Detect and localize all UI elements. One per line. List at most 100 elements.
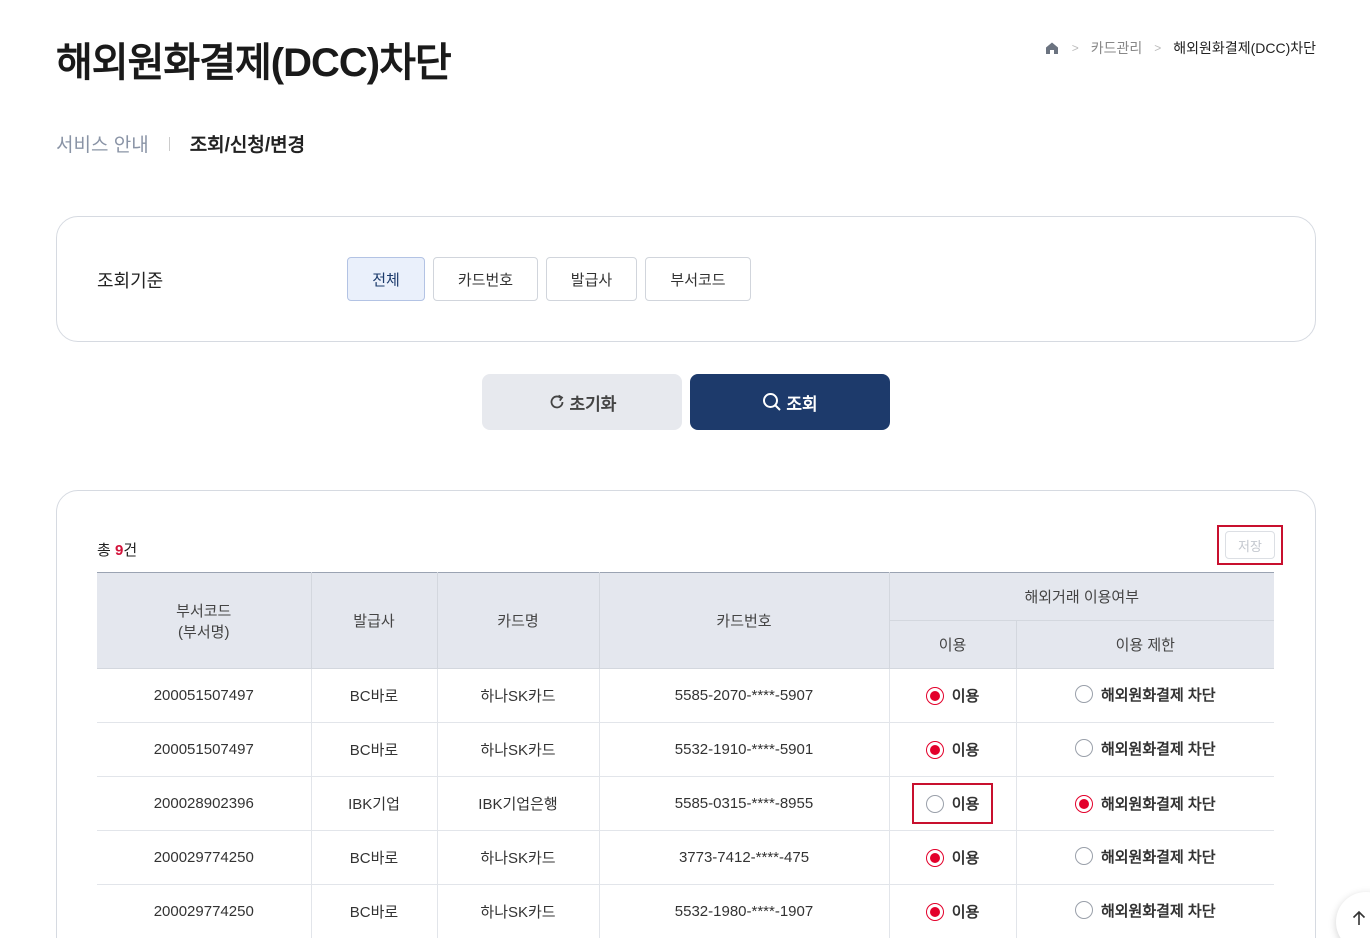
- filter-option-all[interactable]: 전체: [347, 257, 425, 301]
- header-card-name: 카드명: [436, 572, 600, 669]
- radio-block-dcc[interactable]: 해외원화결제 차단: [1074, 900, 1216, 921]
- breadcrumb-item-card-management[interactable]: 카드관리: [1091, 38, 1143, 58]
- radio-button[interactable]: [1074, 685, 1093, 704]
- radio-block-label: 해외원화결제 차단: [1100, 740, 1216, 758]
- search-button[interactable]: 조회: [690, 374, 890, 430]
- radio-button[interactable]: [925, 686, 944, 705]
- total-suffix: 건: [123, 542, 138, 559]
- radio-block-label: 해외원화결제 차단: [1100, 902, 1216, 920]
- cell-dept-code: 200028902396: [97, 776, 312, 831]
- table-row: 200029774250 BC바로 하나SK카드 3773-7412-****-…: [97, 830, 1274, 885]
- table-row: 200029774250 BC바로 하나SK카드 5532-1980-****-…: [97, 884, 1274, 938]
- chevron-right-icon: >: [1071, 41, 1079, 55]
- radio-use-label: 이용: [951, 850, 980, 867]
- cell-restrict: 해외원화결제 차단: [1016, 830, 1274, 885]
- radio-block-label: 해외원화결제 차단: [1100, 796, 1216, 813]
- cell-card-name: 하나SK카드: [437, 884, 600, 938]
- radio-use[interactable]: 이용: [925, 685, 980, 706]
- home-icon[interactable]: [1044, 40, 1060, 56]
- cell-card-number: 5532-1910-****-5901: [599, 722, 890, 777]
- radio-use-label: 이용: [951, 688, 980, 705]
- cell-restrict: 해외원화결제 차단: [1016, 776, 1274, 831]
- header-dept-code-line1: 부서코드: [176, 602, 232, 620]
- radio-button[interactable]: [1074, 794, 1093, 813]
- radio-block-label: 해외원화결제 차단: [1100, 686, 1216, 704]
- radio-block-label: 해외원화결제 차단: [1100, 848, 1216, 866]
- cell-card-number: 5585-0315-****-8955: [599, 776, 890, 831]
- radio-use[interactable]: 이용: [925, 739, 980, 760]
- cell-dept-code: 200051507497: [97, 668, 312, 723]
- filter-options: 전체 카드번호 발급사 부서코드: [347, 257, 751, 301]
- cell-card-name: 하나SK카드: [437, 722, 600, 777]
- cell-restrict: 해외원화결제 차단: [1016, 722, 1274, 777]
- total-count: 총 9건: [97, 539, 137, 560]
- radio-use[interactable]: 이용: [925, 847, 980, 868]
- filter-label: 조회기준: [97, 271, 164, 291]
- radio-button[interactable]: [925, 794, 944, 813]
- reset-button[interactable]: 초기화: [482, 374, 682, 430]
- filter-option-issuer[interactable]: 발급사: [546, 257, 637, 301]
- radio-button[interactable]: [925, 740, 944, 759]
- refresh-icon: [548, 393, 566, 411]
- header-issuer: 발급사: [310, 572, 438, 669]
- cell-issuer: BC바로: [311, 884, 438, 938]
- cell-card-number: 3773-7412-****-475: [599, 830, 890, 885]
- radio-button[interactable]: [925, 902, 944, 921]
- radio-use-label: 이용: [951, 904, 980, 921]
- cell-use: 이용: [889, 722, 1017, 777]
- table-row: 200051507497 BC바로 하나SK카드 5585-2070-****-…: [97, 668, 1274, 723]
- radio-block-dcc[interactable]: 해외원화결제 차단: [1074, 684, 1216, 705]
- total-prefix: 총: [97, 542, 115, 559]
- cell-restrict: 해외원화결제 차단: [1016, 884, 1274, 938]
- cell-use: 이용: [889, 668, 1017, 723]
- cell-dept-code: 200051507497: [97, 722, 312, 777]
- cell-card-number: 5585-2070-****-5907: [599, 668, 890, 723]
- scroll-to-top-button[interactable]: [1336, 892, 1370, 938]
- filter-option-card-number[interactable]: 카드번호: [433, 257, 538, 301]
- cell-use: 이용: [889, 776, 1017, 831]
- radio-button[interactable]: [925, 848, 944, 867]
- header-restrict: 이용 제한: [1015, 620, 1274, 669]
- header-overseas-usage: 해외거래 이용여부: [888, 572, 1274, 621]
- table-row: 200028902396 IBK기업 IBK기업은행 5585-0315-***…: [97, 776, 1274, 831]
- filter-option-dept-code[interactable]: 부서코드: [645, 257, 751, 301]
- radio-block-dcc[interactable]: 해외원화결제 차단: [1074, 846, 1216, 867]
- result-panel: 총 9건 저장 부서코드 (부서명) 발급사 카드명 카드번호 해외거래 이용여…: [56, 490, 1316, 938]
- cell-dept-code: 200029774250: [97, 830, 312, 885]
- page-title: 해외원화결제(DCC)차단: [56, 41, 452, 85]
- radio-button[interactable]: [1074, 739, 1093, 758]
- cell-issuer: BC바로: [311, 830, 438, 885]
- radio-use[interactable]: 이용: [911, 783, 994, 824]
- cell-card-name: IBK기업은행: [437, 776, 600, 831]
- cell-issuer: IBK기업: [311, 776, 438, 831]
- tab-service-info[interactable]: 서비스 안내: [56, 130, 149, 157]
- arrow-up-icon: [1352, 910, 1366, 931]
- search-button-label: 조회: [786, 394, 818, 414]
- chevron-right-icon: >: [1154, 41, 1162, 55]
- header-dept-code-line2: (부서명): [178, 623, 230, 641]
- breadcrumb-current: 해외원화결제(DCC)차단: [1173, 40, 1316, 56]
- radio-block-dcc[interactable]: 해외원화결제 차단: [1074, 738, 1216, 759]
- cell-card-name: 하나SK카드: [437, 830, 600, 885]
- radio-block-dcc[interactable]: 해외원화결제 차단: [1074, 793, 1216, 814]
- radio-use[interactable]: 이용: [925, 901, 980, 922]
- filter-panel: 조회기준 전체 카드번호 발급사 부서코드: [56, 216, 1316, 342]
- radio-button[interactable]: [1074, 901, 1093, 920]
- header-card-number: 카드번호: [598, 572, 890, 669]
- tab-inquiry-apply[interactable]: 조회/신청/변경: [190, 130, 305, 157]
- radio-use-label: 이용: [951, 742, 980, 759]
- search-icon: [762, 392, 782, 412]
- table-row: 200051507497 BC바로 하나SK카드 5532-1910-****-…: [97, 722, 1274, 777]
- save-button[interactable]: 저장: [1225, 531, 1275, 559]
- save-button-highlight: 저장: [1217, 525, 1283, 565]
- reset-button-label: 초기화: [569, 394, 617, 414]
- radio-button[interactable]: [1074, 847, 1093, 866]
- cell-use: 이용: [889, 884, 1017, 938]
- card-table: 부서코드 (부서명) 발급사 카드명 카드번호 해외거래 이용여부 이용 이용 …: [97, 572, 1274, 938]
- cell-use: 이용: [889, 830, 1017, 885]
- header-dept-code: 부서코드 (부서명): [97, 572, 312, 669]
- cell-dept-code: 200029774250: [97, 884, 312, 938]
- breadcrumb: > 카드관리 > 해외원화결제(DCC)차단: [1044, 38, 1316, 58]
- cell-issuer: BC바로: [311, 722, 438, 777]
- subtabs: 서비스 안내 조회/신청/변경: [56, 130, 305, 157]
